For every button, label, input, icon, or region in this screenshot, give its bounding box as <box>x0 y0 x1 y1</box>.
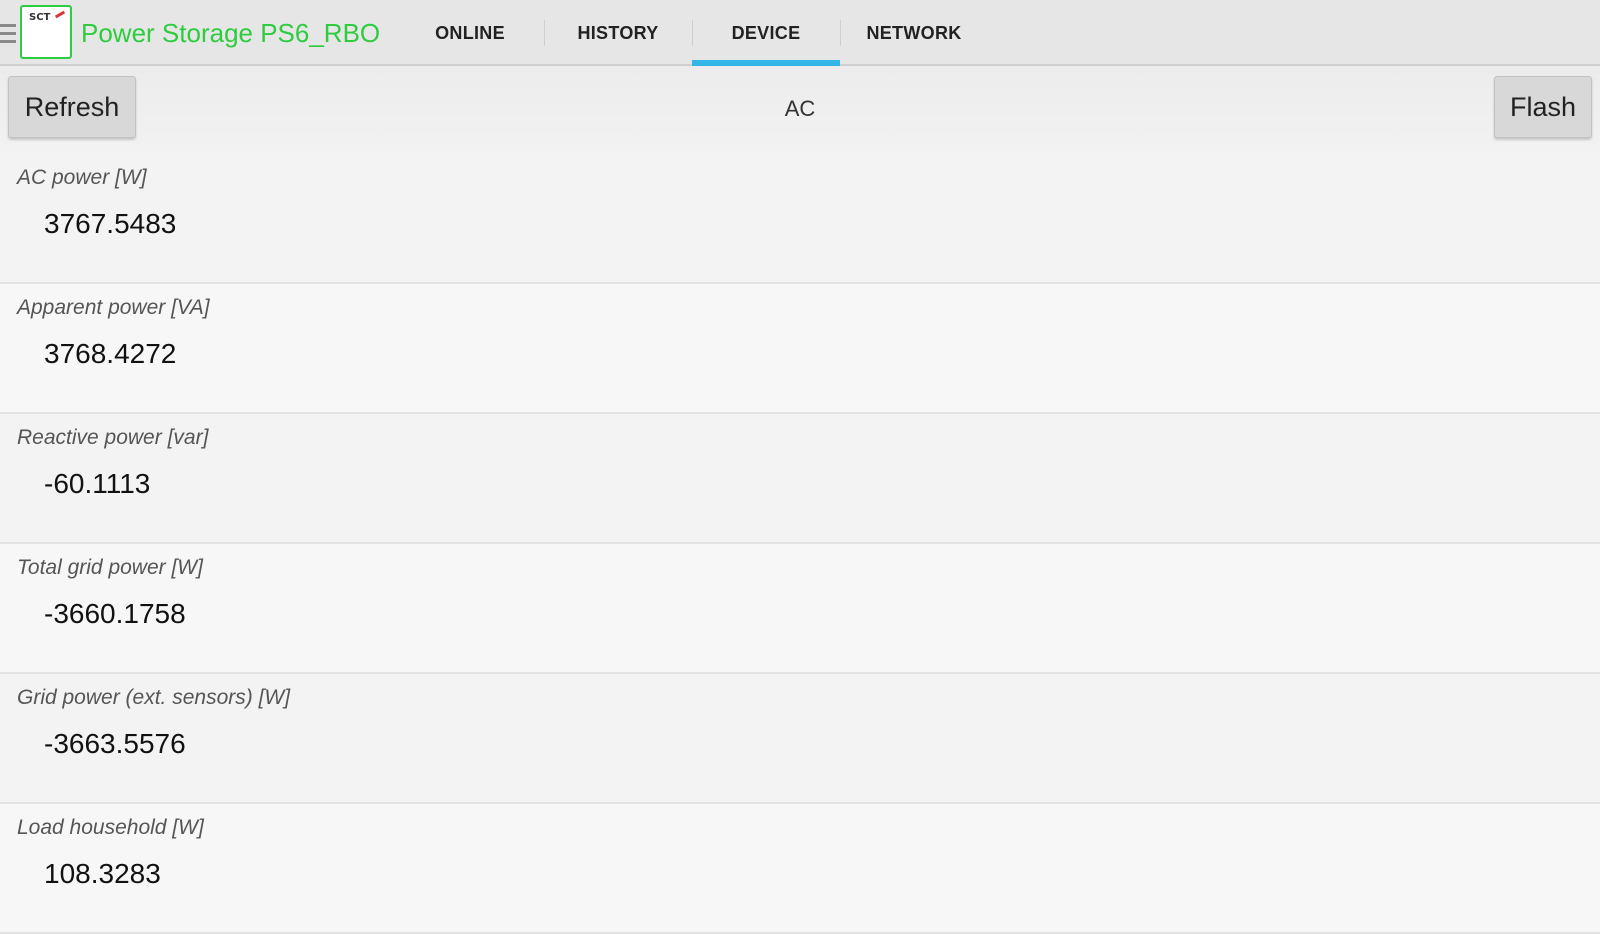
list-item: Reactive power [var] -60.1113 <box>0 414 1600 544</box>
list-item: Total grid power [W] -3660.1758 <box>0 544 1600 674</box>
logo-text: SCT <box>29 12 51 23</box>
grid-power-ext-value: -3663.5576 <box>44 728 186 759</box>
flash-button[interactable]: Flash <box>1494 76 1592 138</box>
list-item: Apparent power [VA] 3768.4272 <box>0 284 1600 414</box>
app-title: Power Storage PS6_RBO <box>81 18 381 48</box>
logo-mark <box>54 10 66 19</box>
section-title: AC <box>784 96 816 121</box>
tab-history[interactable]: HISTORY <box>544 0 692 66</box>
list-item: Grid power (ext. sensors) [W] -3663.5576 <box>0 674 1600 804</box>
menu-icon[interactable] <box>0 24 16 44</box>
total-grid-power-label: Total grid power [W] <box>17 556 203 579</box>
refresh-button[interactable]: Refresh <box>8 76 136 138</box>
action-bar: SCT Power Storage PS6_RBO ONLINE HISTORY… <box>0 0 1600 68</box>
ac-power-label: AC power [W] <box>17 166 147 189</box>
tab-network[interactable]: NETWORK <box>840 0 988 66</box>
list-item: AC power [W] 3767.5483 <box>0 154 1600 284</box>
ac-power-value: 3767.5483 <box>44 208 177 239</box>
apparent-power-value: 3768.4272 <box>44 338 177 369</box>
total-grid-power-value: -3660.1758 <box>44 598 186 629</box>
measurement-list: AC power [W] 3767.5483 Apparent power [V… <box>0 154 1600 934</box>
apparent-power-label: Apparent power [VA] <box>17 296 210 319</box>
tab-bar: ONLINE HISTORY DEVICE NETWORK <box>396 0 988 68</box>
tab-online[interactable]: ONLINE <box>396 0 544 66</box>
reactive-power-value: -60.1113 <box>44 468 151 499</box>
app-logo-icon[interactable]: SCT <box>20 5 72 59</box>
reactive-power-label: Reactive power [var] <box>17 426 209 449</box>
list-item: Load household [W] 108.3283 <box>0 804 1600 934</box>
device-toolbar: AC Refresh Flash <box>0 66 1600 154</box>
load-household-label: Load household [W] <box>17 816 204 839</box>
tab-device[interactable]: DEVICE <box>692 0 840 68</box>
grid-power-ext-label: Grid power (ext. sensors) [W] <box>17 686 291 709</box>
load-household-value: 108.3283 <box>44 858 161 889</box>
